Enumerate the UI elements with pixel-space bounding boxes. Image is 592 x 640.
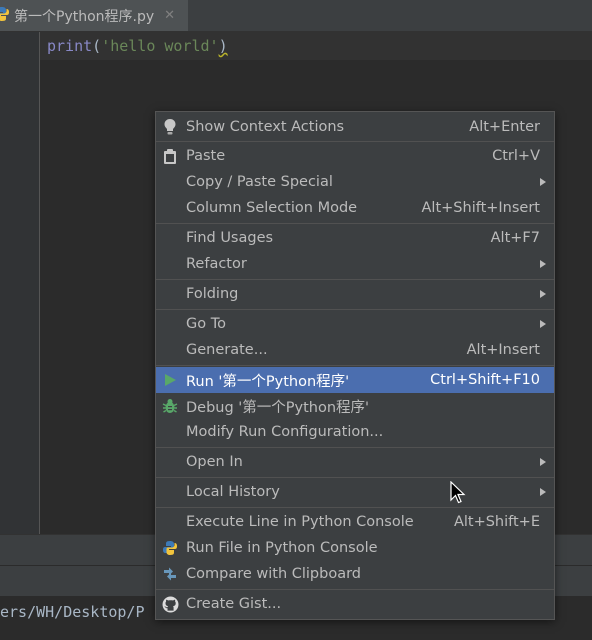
submenu-arrow-icon [540,290,546,298]
menu-label: Create Gist... [186,596,282,612]
submenu-arrow-icon [540,260,546,268]
menu-item-folding[interactable]: Folding [156,281,554,307]
menu-item-find-usages[interactable]: Find Usages Alt+F7 [156,225,554,251]
menu-label: Execute Line in Python Console [186,514,414,530]
menu-separator [156,506,554,508]
menu-item-create-gist[interactable]: Create Gist... [156,591,554,617]
submenu-arrow-icon [540,178,546,186]
menu-label: Local History [186,484,280,500]
menu-item-paste[interactable]: Paste Ctrl+V [156,143,554,169]
close-tab-icon[interactable]: ✕ [164,8,175,23]
code-close-paren: ) [218,37,228,55]
clipboard-icon [161,147,179,165]
menu-item-run[interactable]: Run '第一个Python程序' Ctrl+Shift+F10 [156,367,554,393]
menu-label: Show Context Actions [186,118,345,135]
menu-item-open-in[interactable]: Open In [156,449,554,475]
menu-label: Open In [186,454,243,470]
console-output: ers/WH/Desktop/P [0,603,145,621]
editor-tab[interactable]: 第一个Python程序.py ✕ [0,0,188,31]
menu-label: Refactor [186,256,247,272]
menu-separator [156,222,554,224]
submenu-arrow-icon [540,488,546,496]
editor-tab-bar: 第一个Python程序.py ✕ [0,0,592,32]
github-icon [161,595,179,613]
code-line: print('hello world') [47,37,228,55]
menu-label: Copy / Paste Special [186,174,333,190]
menu-item-local-history[interactable]: Local History [156,479,554,505]
menu-shortcut: Alt+F7 [490,230,540,246]
menu-label: Folding [186,286,239,302]
menu-item-go-to[interactable]: Go To [156,311,554,337]
menu-separator [156,308,554,310]
menu-shortcut: Ctrl+Shift+F10 [430,372,540,388]
menu-label: Run '第一个Python程序' [186,373,350,390]
menu-separator [156,588,554,590]
menu-shortcut: Ctrl+V [492,148,540,164]
menu-item-generate[interactable]: Generate... Alt+Insert [156,337,554,363]
code-string-literal: 'hello world' [101,37,219,55]
python-console-icon [161,539,179,557]
menu-item-debug[interactable]: Debug '第一个Python程序' [156,393,554,419]
menu-label: Generate... [186,342,268,358]
lightbulb-icon [161,118,179,136]
tab-title: 第一个Python程序.py [14,8,155,25]
python-file-icon [0,6,10,26]
menu-item-copy-paste-special[interactable]: Copy / Paste Special [156,169,554,195]
submenu-arrow-icon [540,320,546,328]
menu-label: Debug '第一个Python程序' [186,399,370,416]
menu-separator [156,364,554,366]
menu-shortcut: Alt+Shift+E [453,514,540,530]
menu-label: Paste [186,148,226,164]
compare-diff-icon [161,565,179,583]
mouse-pointer-icon [450,480,466,509]
menu-item-show-context-actions[interactable]: Show Context Actions Alt+Enter [156,114,554,139]
menu-label: Column Selection Mode [186,200,358,216]
menu-label: Run File in Python Console [186,540,378,556]
menu-label: Compare with Clipboard [186,566,362,582]
code-open-paren: ( [92,37,102,55]
menu-separator [156,446,554,448]
menu-item-run-file-in-console[interactable]: Run File in Python Console [156,535,554,561]
submenu-arrow-icon [540,458,546,466]
menu-separator [156,140,554,142]
menu-item-execute-line-in-console[interactable]: Execute Line in Python Console Alt+Shift… [156,509,554,535]
menu-label: Modify Run Configuration... [186,424,384,440]
run-icon [161,371,179,389]
menu-label: Go To [186,316,226,332]
menu-shortcut: Alt+Shift+Insert [421,200,540,216]
code-function-name: print [47,37,93,55]
menu-shortcut: Alt+Enter [469,118,540,135]
editor-context-menu: Show Context Actions Alt+Enter Paste Ctr… [155,111,555,620]
menu-separator [156,476,554,478]
menu-label: Find Usages [186,230,274,246]
menu-shortcut: Alt+Insert [466,342,540,358]
menu-item-compare-with-clipboard[interactable]: Compare with Clipboard [156,561,554,587]
debug-bug-icon [161,397,179,415]
menu-item-column-selection-mode[interactable]: Column Selection Mode Alt+Shift+Insert [156,195,554,221]
line-number-gutter [0,32,40,534]
menu-item-refactor[interactable]: Refactor [156,251,554,277]
menu-item-modify-run-configuration[interactable]: Modify Run Configuration... [156,419,554,445]
menu-separator [156,278,554,280]
